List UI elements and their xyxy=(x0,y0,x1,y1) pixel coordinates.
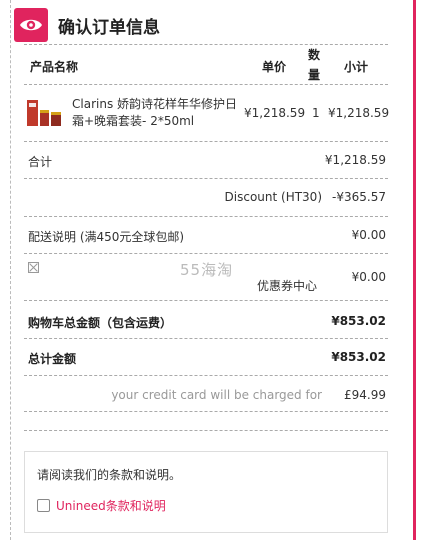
col-header-name: 产品名称 xyxy=(30,60,79,74)
divider xyxy=(24,253,388,254)
terms-checkbox-row[interactable]: Unineed条款和说明 xyxy=(37,497,166,514)
charged-label: your credit card will be charged for xyxy=(111,388,322,402)
divider xyxy=(24,178,388,179)
divider xyxy=(24,411,388,412)
divider xyxy=(24,216,388,217)
divider xyxy=(24,430,388,431)
product-name-link[interactable]: Clarins 娇韵诗花样年华修护日霜+晚霜套装- 2*50ml xyxy=(72,96,242,130)
divider xyxy=(24,300,388,301)
product-price: ¥1,218.59 xyxy=(244,106,306,120)
total-value: ¥1,218.59 xyxy=(324,153,386,167)
broken-image-icon xyxy=(28,262,39,273)
divider xyxy=(24,44,388,45)
coupon-center-link[interactable]: 优惠券中心 xyxy=(257,277,317,294)
shipping-value: ¥0.00 xyxy=(351,228,386,242)
eye-icon xyxy=(14,8,48,42)
charged-value: £94.99 xyxy=(344,388,386,402)
page-title: 确认订单信息 xyxy=(58,17,160,38)
col-header-subtotal: 小计 xyxy=(344,60,369,74)
discount-label: Discount (HT30) xyxy=(224,190,322,204)
col-header-price: 单价 xyxy=(262,60,287,74)
grand-total-value: ¥853.02 xyxy=(331,350,386,364)
terms-box: 请阅读我们的条款和说明。 Unineed条款和说明 xyxy=(24,451,388,533)
discount-value: -¥365.57 xyxy=(332,190,386,204)
total-label: 合计 xyxy=(28,155,53,169)
grand-total-label: 总计金额 xyxy=(28,352,77,366)
terms-link[interactable]: Unineed条款和说明 xyxy=(56,497,166,514)
product-subtotal: ¥1,218.59 xyxy=(328,106,390,120)
product-thumbnail[interactable] xyxy=(26,98,64,128)
page-header: 确认订单信息 xyxy=(14,8,160,42)
product-qty: 1 xyxy=(312,106,320,120)
cart-total-value: ¥853.02 xyxy=(331,314,386,328)
terms-notice: 请阅读我们的条款和说明。 xyxy=(37,468,182,482)
cart-total-label: 购物车总金额（包含运费） xyxy=(28,316,173,330)
terms-checkbox[interactable] xyxy=(37,499,50,512)
watermark: 55海淘 xyxy=(180,261,234,279)
divider xyxy=(24,141,388,142)
left-border xyxy=(10,0,11,540)
right-accent-border xyxy=(413,0,416,540)
divider xyxy=(24,338,388,339)
col-header-qty-top: 数 xyxy=(308,48,321,62)
shipping-label: 配送说明 (满450元全球包邮) xyxy=(28,230,185,244)
coupon-value: ¥0.00 xyxy=(351,270,386,284)
divider xyxy=(24,375,388,376)
divider xyxy=(24,84,388,85)
col-header-qty-bottom: 量 xyxy=(308,68,321,82)
